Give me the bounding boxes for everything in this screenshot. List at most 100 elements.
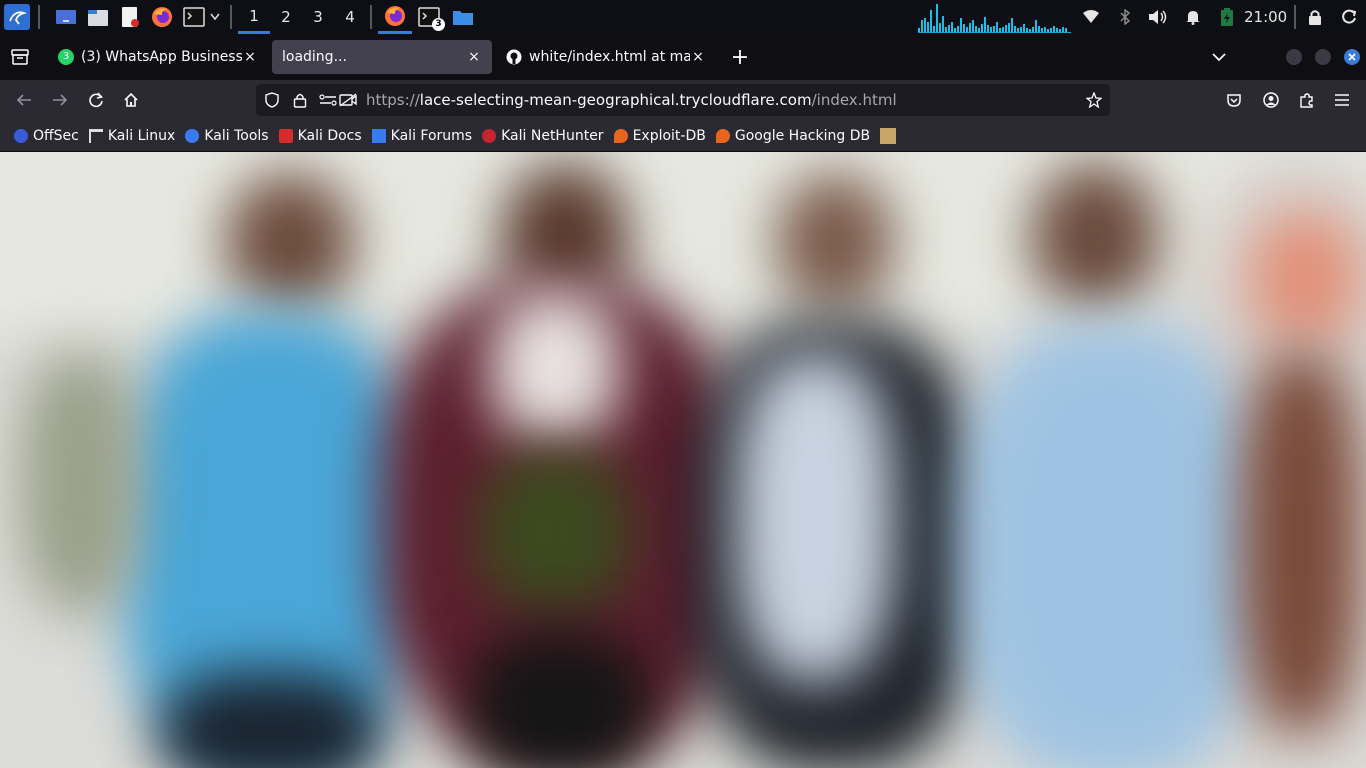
wifi-icon[interactable]	[1080, 0, 1102, 34]
notifications-bell-icon[interactable]	[1182, 0, 1204, 34]
workspace-2[interactable]: 2	[270, 0, 302, 34]
maximize-window-button[interactable]	[1315, 49, 1331, 65]
url-host: lace-selecting-mean-geographical.tryclou…	[419, 91, 812, 109]
file-manager-icon[interactable]	[86, 5, 110, 29]
graph-bar	[921, 20, 923, 32]
person-4-body	[960, 322, 1260, 768]
bookmark-google-hacking-db[interactable]: Google Hacking DB	[712, 123, 874, 149]
new-tab-button[interactable]: +	[726, 43, 754, 71]
tab-whatsapp-business[interactable]: 3 (3) WhatsApp Business ×	[48, 40, 268, 74]
url-path: /index.html	[811, 91, 897, 109]
person-2-shirt-print	[480, 452, 630, 612]
page-content-blurred-image[interactable]	[0, 152, 1366, 768]
graph-bar	[981, 24, 983, 32]
firefox-view-icon	[11, 49, 29, 65]
workspace-1[interactable]: 1	[238, 0, 270, 34]
account-button[interactable]	[1257, 86, 1285, 114]
bookmark-kali-nethunter[interactable]: Kali NetHunter	[478, 123, 607, 149]
tab-close-button[interactable]: ×	[466, 49, 482, 65]
battery-icon[interactable]	[1216, 0, 1238, 34]
bluetooth-icon[interactable]	[1114, 0, 1136, 34]
close-icon	[1348, 53, 1356, 61]
graph-bar	[1056, 28, 1058, 32]
bookmark-kali-forums[interactable]: Kali Forums	[368, 123, 476, 149]
network-monitor-graph[interactable]	[918, 3, 1071, 33]
kali-menu-button[interactable]	[4, 4, 30, 30]
home-button[interactable]	[117, 86, 145, 114]
graph-bar	[945, 27, 947, 32]
firefox-view-button[interactable]	[6, 43, 34, 71]
firefox-launcher-icon[interactable]	[150, 5, 174, 29]
kali-top-panel: 1 2 3 4 3 21:00	[0, 0, 1366, 34]
graph-bar	[990, 27, 992, 32]
tab-github[interactable]: white/index.html at main ×	[496, 40, 716, 74]
person-2-lower	[470, 632, 650, 768]
taskbar-file-manager[interactable]	[446, 0, 480, 34]
url-text[interactable]: https://lace-selecting-mean-geographical…	[366, 84, 897, 116]
bookmark-exploit-db[interactable]: Exploit-DB	[610, 123, 710, 149]
minimize-window-button[interactable]	[1286, 49, 1302, 65]
close-window-button[interactable]	[1344, 49, 1360, 65]
github-icon	[506, 49, 522, 65]
show-desktop-icon[interactable]	[54, 5, 78, 29]
tab-close-button[interactable]: ×	[690, 49, 706, 65]
tab-close-button[interactable]: ×	[242, 49, 258, 65]
bookmark-offsec[interactable]: OffSec	[10, 123, 83, 149]
bookmark-star-button[interactable]	[1080, 86, 1108, 114]
terminal-launcher-icon[interactable]	[182, 5, 206, 29]
text-editor-icon[interactable]	[118, 5, 142, 29]
app-menu-button[interactable]	[1328, 86, 1356, 114]
graph-bar	[1002, 27, 1004, 32]
pocket-button[interactable]	[1220, 86, 1248, 114]
bookmark-kali-tools[interactable]: Kali Tools	[181, 123, 272, 149]
firefox-tab-bar: 3 (3) WhatsApp Business × loading... × w…	[0, 34, 1366, 80]
site-security-lock-icon[interactable]	[286, 86, 314, 114]
graph-bar	[1017, 28, 1019, 32]
bg-top	[0, 152, 1366, 332]
reload-button[interactable]	[82, 86, 110, 114]
volume-icon[interactable]	[1147, 0, 1169, 34]
autoplay-blocked-icon[interactable]	[334, 86, 362, 114]
url-bar[interactable]: https://lace-selecting-mean-geographical…	[256, 84, 1110, 116]
workspace-4[interactable]: 4	[334, 0, 366, 34]
launcher-dropdown-icon[interactable]	[208, 5, 222, 29]
graph-bar	[1047, 29, 1049, 32]
power-logout-icon[interactable]	[1338, 0, 1360, 34]
terminal-window-count-badge: 3	[432, 18, 445, 31]
extensions-button[interactable]	[1293, 86, 1321, 114]
graph-bar	[969, 23, 971, 32]
panel-separator	[1294, 5, 1296, 29]
hamburger-menu-icon	[1335, 94, 1349, 106]
bookmark-unnamed[interactable]	[876, 123, 905, 149]
person-5-partial	[1250, 212, 1360, 342]
taskbar-firefox[interactable]	[378, 0, 412, 34]
graph-bar	[966, 27, 968, 32]
workspace-3[interactable]: 3	[302, 0, 334, 34]
tracking-protection-shield-icon[interactable]	[258, 86, 286, 114]
bookmark-kali-docs[interactable]: Kali Docs	[275, 123, 366, 149]
star-icon	[1086, 92, 1102, 108]
forward-button[interactable]	[46, 86, 74, 114]
person-1-head	[225, 172, 355, 312]
nethunter-icon	[482, 128, 497, 143]
bookmark-label: Exploit-DB	[632, 127, 706, 144]
back-button[interactable]	[10, 86, 38, 114]
offsec-icon	[14, 128, 28, 143]
panel-clock[interactable]: 21:00	[1244, 0, 1287, 34]
tab-label: white/index.html at main	[529, 49, 690, 65]
graph-bar	[1062, 27, 1064, 32]
graph-bar	[1023, 24, 1025, 32]
tab-loading[interactable]: loading... ×	[272, 40, 492, 74]
list-all-tabs-button[interactable]	[1205, 43, 1233, 71]
bookmark-kali-linux[interactable]: Kali Linux	[85, 123, 179, 149]
arrow-left-icon	[16, 94, 31, 106]
graph-bar	[1050, 28, 1052, 32]
graph-bar	[1029, 29, 1031, 32]
whatsapp-icon: 3	[58, 49, 74, 65]
lock-screen-icon[interactable]	[1304, 0, 1326, 34]
taskbar-terminal[interactable]: 3	[412, 0, 446, 34]
graph-bar	[1026, 28, 1028, 32]
graph-bar	[939, 23, 941, 32]
arrow-right-icon	[53, 94, 68, 106]
graph-bar	[1041, 28, 1043, 32]
